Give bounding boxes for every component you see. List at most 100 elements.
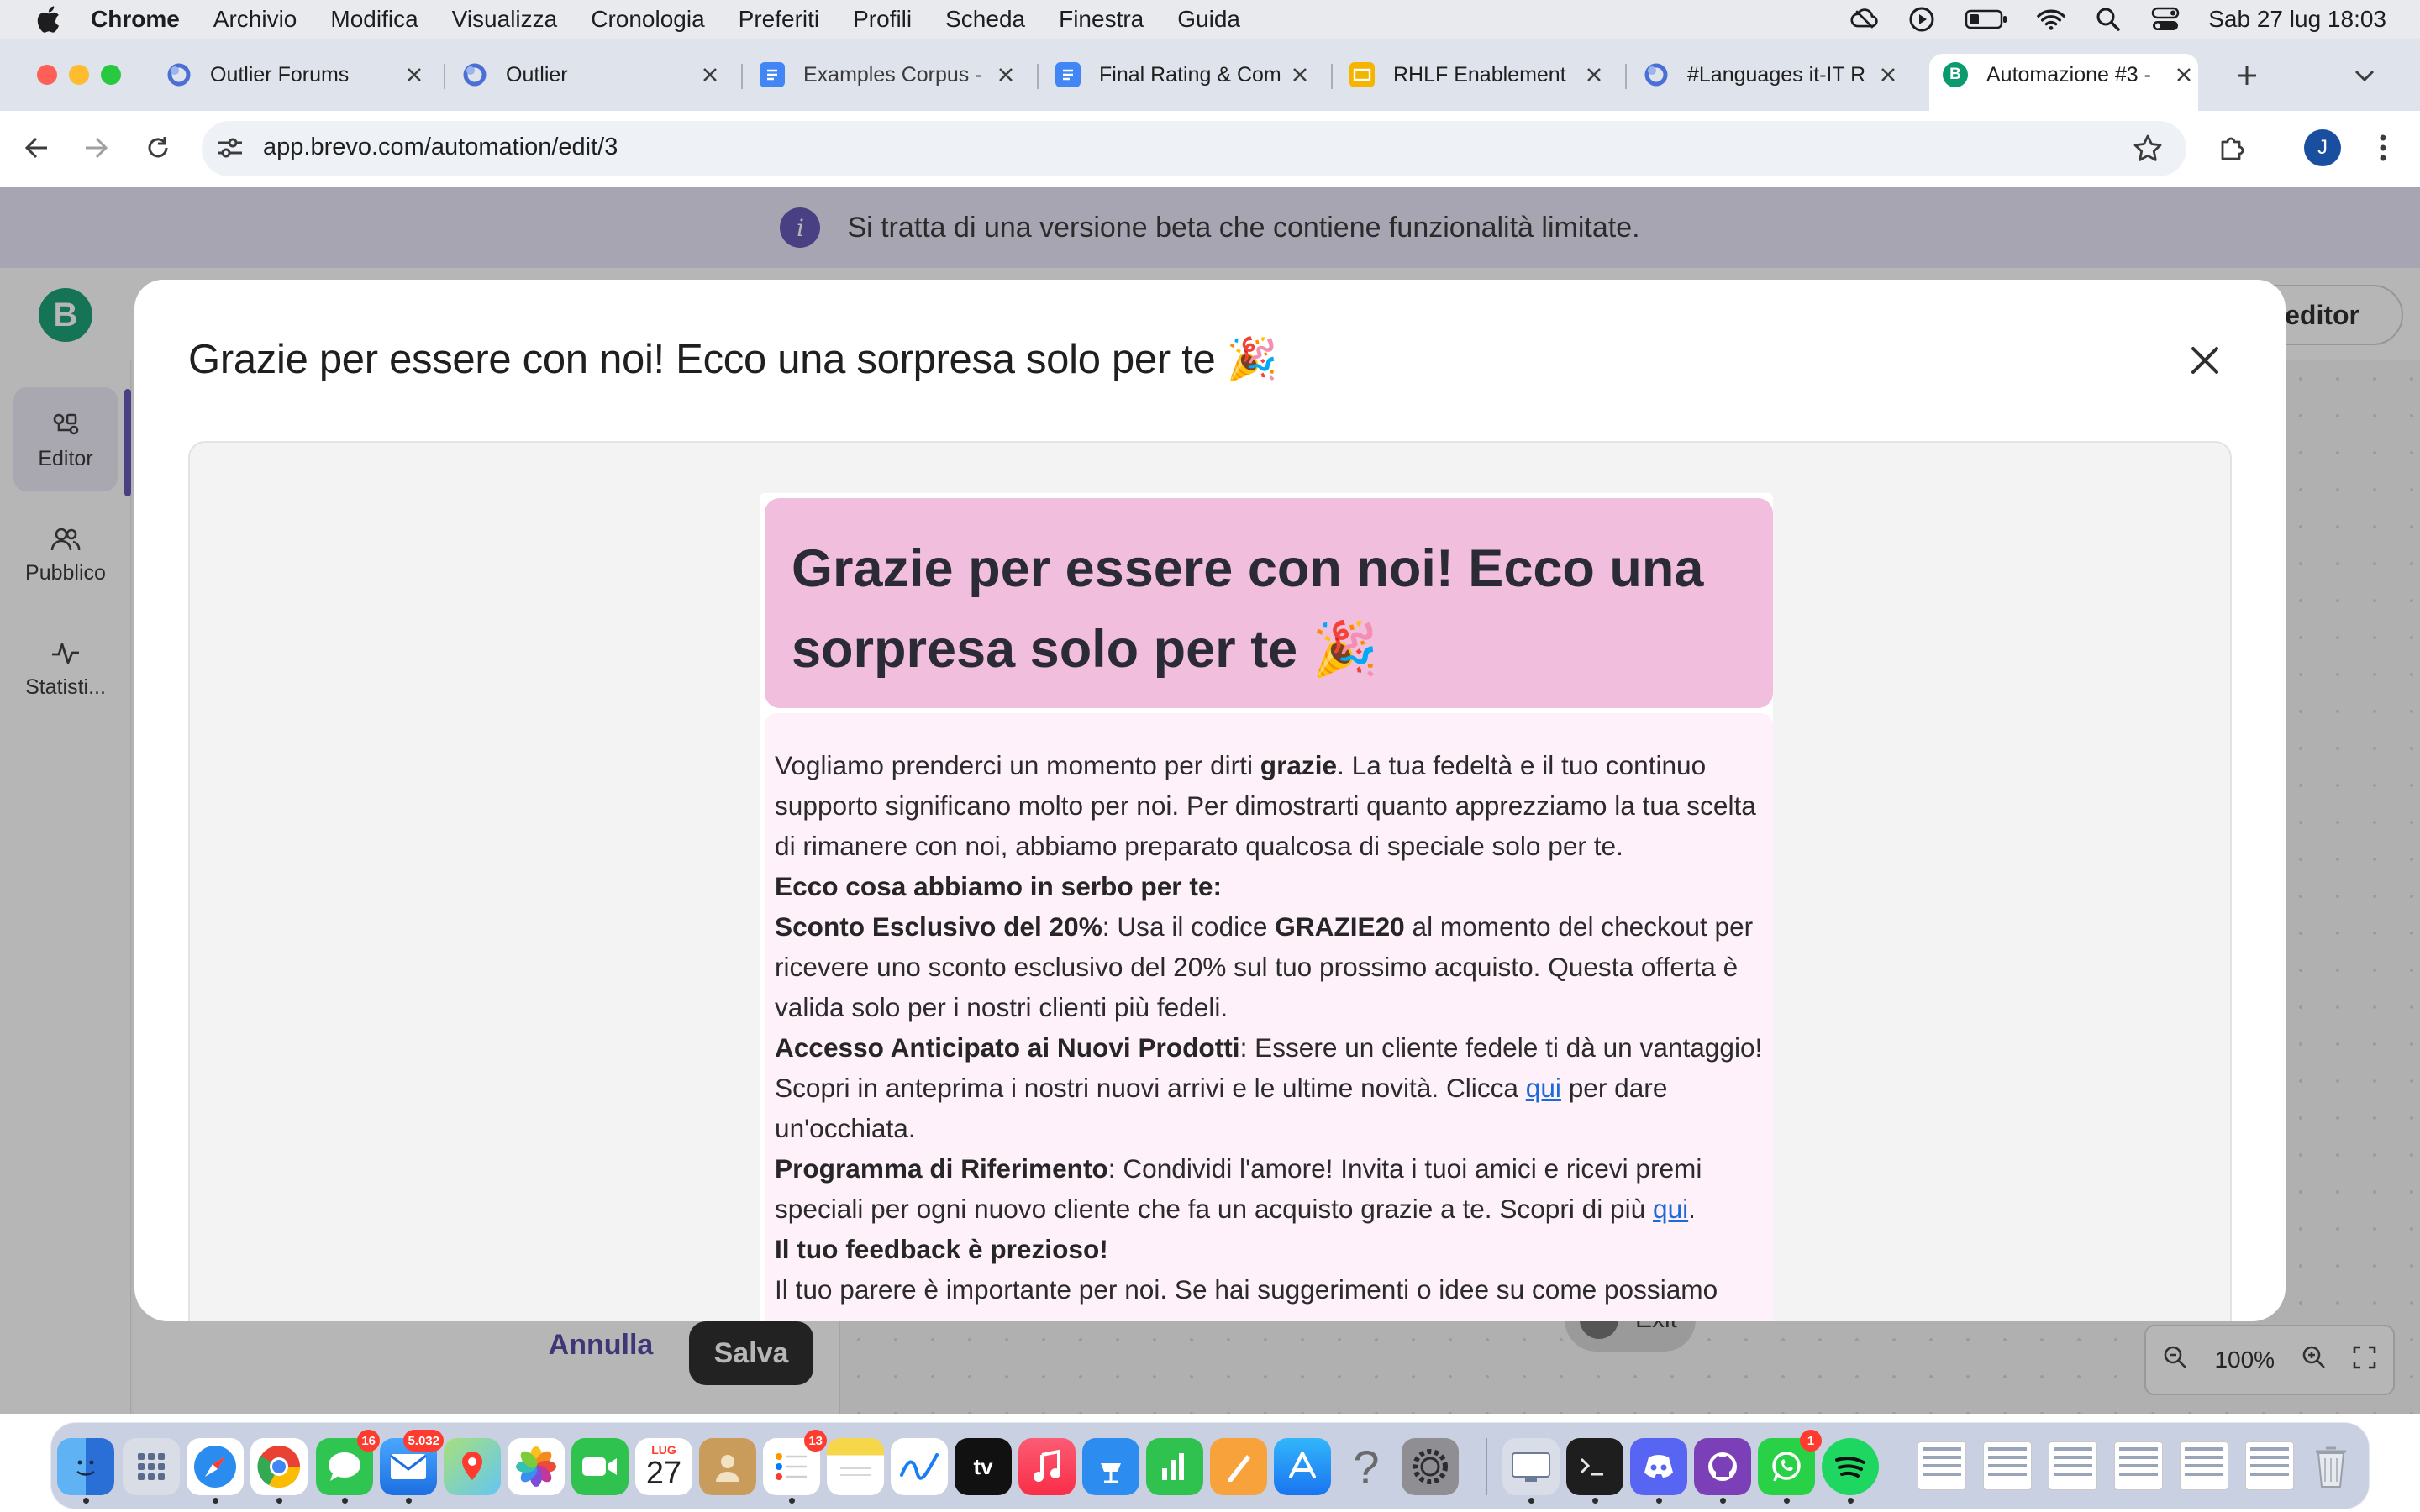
app-store-icon[interactable] bbox=[1274, 1438, 1331, 1495]
menu-guida[interactable]: Guida bbox=[1177, 6, 1240, 33]
numbers-icon[interactable] bbox=[1146, 1438, 1203, 1495]
tips-help-icon[interactable]: ? bbox=[1338, 1438, 1395, 1495]
email-text: Vogliamo prenderci un momento per dirti … bbox=[775, 745, 1766, 1310]
running-indicator bbox=[1720, 1498, 1726, 1504]
early-access-link[interactable]: qui bbox=[1526, 1073, 1561, 1103]
facetime-icon[interactable] bbox=[571, 1438, 629, 1495]
maps-icon[interactable] bbox=[444, 1438, 501, 1495]
tab-examples-corpus[interactable]: Examples Corpus - bbox=[760, 54, 1018, 96]
back-arrow-icon[interactable] bbox=[18, 129, 55, 166]
tab-languages[interactable]: #Languages it-IT R bbox=[1644, 54, 1901, 96]
tab-separator bbox=[1331, 64, 1333, 89]
spotlight-search-icon[interactable] bbox=[2094, 5, 2123, 34]
menu-preferiti[interactable]: Preferiti bbox=[739, 6, 819, 33]
minimized-window-thumbnail[interactable] bbox=[2245, 1441, 2294, 1490]
dock-separator bbox=[1486, 1438, 1487, 1495]
tab-close-icon[interactable] bbox=[1581, 62, 1607, 87]
tab-automazione[interactable]: B Automazione #3 - bbox=[1943, 54, 2196, 96]
referral-link[interactable]: qui bbox=[1653, 1194, 1688, 1224]
google-docs-icon bbox=[1055, 62, 1081, 87]
apple-menu-icon[interactable] bbox=[34, 5, 62, 34]
system-settings-icon[interactable] bbox=[1402, 1438, 1459, 1495]
keynote-icon[interactable] bbox=[1082, 1438, 1139, 1495]
extensions-puzzle-icon[interactable] bbox=[2213, 129, 2250, 166]
creative-cloud-icon[interactable] bbox=[1850, 5, 1879, 34]
apple-tv-icon[interactable]: tv bbox=[955, 1438, 1012, 1495]
terminal-icon[interactable] bbox=[1566, 1438, 1623, 1495]
minimized-window-thumbnail[interactable] bbox=[2049, 1441, 2097, 1490]
site-settings-icon[interactable] bbox=[212, 129, 249, 166]
calendar-icon[interactable]: LUG 27 bbox=[635, 1438, 692, 1495]
trash-icon[interactable] bbox=[2302, 1438, 2360, 1495]
bookmark-star-icon[interactable] bbox=[2129, 129, 2166, 166]
tab-search-chevron-icon[interactable] bbox=[2346, 57, 2383, 94]
menu-chrome[interactable]: Chrome bbox=[91, 6, 180, 33]
tab-outlier[interactable]: Outlier bbox=[462, 54, 723, 96]
menu-modifica[interactable]: Modifica bbox=[330, 6, 418, 33]
reload-icon[interactable] bbox=[139, 129, 176, 166]
notification-badge: 1 bbox=[1800, 1430, 1822, 1452]
profile-avatar[interactable]: J bbox=[2304, 129, 2341, 166]
url-text[interactable]: app.brevo.com/automation/edit/3 bbox=[263, 134, 618, 161]
chrome-icon[interactable] bbox=[250, 1438, 308, 1495]
discord-icon[interactable] bbox=[1630, 1438, 1687, 1495]
close-icon[interactable] bbox=[2181, 337, 2228, 384]
messages-icon[interactable]: 16 bbox=[316, 1430, 380, 1495]
menu-archivio[interactable]: Archivio bbox=[213, 6, 297, 33]
tab-final-rating[interactable]: Final Rating & Com bbox=[1055, 54, 1313, 96]
menu-visualizza[interactable]: Visualizza bbox=[452, 6, 558, 33]
window-zoom-button[interactable] bbox=[101, 65, 121, 85]
forward-arrow-icon[interactable] bbox=[77, 129, 114, 166]
notes-icon[interactable] bbox=[827, 1438, 884, 1495]
safari-icon[interactable] bbox=[187, 1438, 244, 1495]
contacts-icon[interactable] bbox=[699, 1438, 756, 1495]
tab-close-icon[interactable] bbox=[1876, 62, 1901, 87]
menubar-clock[interactable]: Sab 27 lug 18:03 bbox=[2208, 6, 2386, 33]
running-indicator bbox=[1528, 1498, 1534, 1504]
window-minimize-button[interactable] bbox=[69, 65, 89, 85]
tab-close-icon[interactable] bbox=[1287, 62, 1313, 87]
running-indicator bbox=[276, 1498, 282, 1504]
tab-close-icon[interactable] bbox=[2171, 62, 2196, 87]
email-preview-frame[interactable]: Grazie per essere con noi! Ecco una sorp… bbox=[188, 441, 2232, 1321]
github-desktop-icon[interactable] bbox=[1694, 1438, 1751, 1495]
minimized-window-thumbnail[interactable] bbox=[1918, 1441, 1966, 1490]
tab-separator bbox=[1037, 64, 1039, 89]
email-paragraph-referral: Programma di Riferimento: Condividi l'am… bbox=[775, 1153, 1702, 1224]
running-indicator bbox=[213, 1498, 218, 1504]
menu-profili[interactable]: Profili bbox=[853, 6, 912, 33]
minimized-window-thumbnail[interactable] bbox=[1983, 1441, 2032, 1490]
control-center-icon[interactable] bbox=[2151, 5, 2180, 34]
tab-outlier-forums[interactable]: Outlier Forums bbox=[166, 54, 427, 96]
tab-close-icon[interactable] bbox=[402, 62, 427, 87]
tab-rhlf-enablement[interactable]: RHLF Enablement bbox=[1349, 54, 1607, 96]
menu-scheda[interactable]: Scheda bbox=[945, 6, 1025, 33]
macos-menubar: Chrome Archivio Modifica Visualizza Cron… bbox=[0, 0, 2420, 39]
email-body-block: Vogliamo prenderci un momento per dirti … bbox=[765, 713, 1773, 1321]
pages-icon[interactable] bbox=[1210, 1438, 1267, 1495]
outlier-icon bbox=[1644, 62, 1669, 87]
launchpad-icon[interactable] bbox=[123, 1438, 180, 1495]
window-close-button[interactable] bbox=[37, 65, 57, 85]
chrome-menu-icon[interactable] bbox=[2365, 129, 2402, 166]
music-icon[interactable] bbox=[1018, 1438, 1076, 1495]
preview-screenshot-icon[interactable] bbox=[1502, 1438, 1560, 1495]
reminders-icon[interactable]: 13 bbox=[763, 1430, 827, 1495]
whatsapp-icon[interactable]: 1 bbox=[1758, 1430, 1822, 1495]
play-circle-icon[interactable] bbox=[1907, 5, 1936, 34]
tab-close-icon[interactable] bbox=[697, 62, 723, 87]
menu-finestra[interactable]: Finestra bbox=[1059, 6, 1144, 33]
finder-icon[interactable] bbox=[57, 1438, 114, 1495]
wifi-icon[interactable] bbox=[2037, 5, 2066, 34]
tab-label: #Languages it-IT R bbox=[1687, 62, 1866, 87]
new-tab-plus-icon[interactable] bbox=[2228, 57, 2265, 94]
freeform-icon[interactable] bbox=[891, 1438, 948, 1495]
minimized-window-thumbnail[interactable] bbox=[2114, 1441, 2163, 1490]
spotify-icon[interactable] bbox=[1822, 1438, 1879, 1495]
mail-icon[interactable]: 5.032 bbox=[380, 1430, 444, 1495]
minimized-window-thumbnail[interactable] bbox=[2180, 1441, 2228, 1490]
photos-icon[interactable] bbox=[508, 1438, 565, 1495]
battery-icon[interactable] bbox=[1965, 5, 2008, 34]
menu-cronologia[interactable]: Cronologia bbox=[591, 6, 704, 33]
tab-close-icon[interactable] bbox=[993, 62, 1018, 87]
